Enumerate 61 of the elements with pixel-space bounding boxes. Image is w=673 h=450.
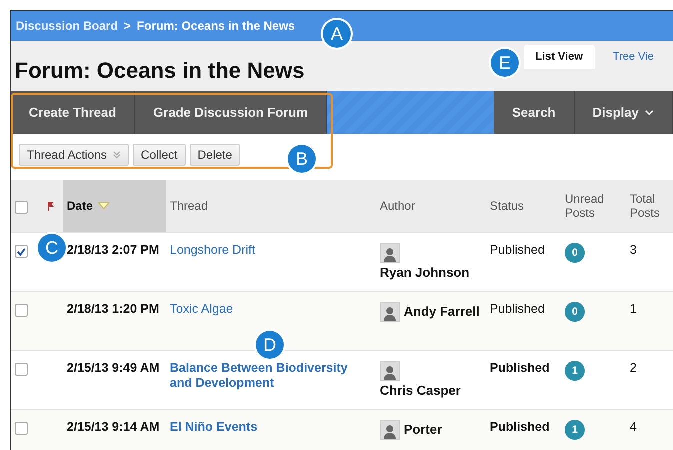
avatar-icon <box>380 243 400 263</box>
column-header[interactable]: Unread Posts <box>565 192 626 220</box>
unread-count-badge[interactable]: 0 <box>565 243 585 263</box>
date-cell: 2/15/13 9:49 AM <box>67 361 160 376</box>
avatar-icon <box>380 361 400 381</box>
thread-link[interactable]: Toxic Algae <box>170 302 234 317</box>
unread-count-badge[interactable]: 1 <box>565 420 585 440</box>
action-bar-button[interactable]: Grade Discussion Forum <box>135 91 328 134</box>
total-posts-cell: 3 <box>630 243 637 258</box>
select-all-checkbox[interactable] <box>15 200 28 214</box>
status-cell: Published <box>490 302 545 317</box>
date-cell: 2/18/13 2:07 PM <box>67 243 160 258</box>
author-name: Chris Casper <box>380 382 461 400</box>
action-bar-button[interactable]: Search <box>494 91 575 134</box>
flag-icon <box>47 201 55 211</box>
page-title: Forum: Oceans in the News <box>15 58 305 84</box>
action-bar-button[interactable]: Display <box>574 91 673 134</box>
row-checkbox[interactable] <box>15 422 28 435</box>
row-checkbox[interactable] <box>15 363 28 376</box>
date-cell: 2/15/13 9:14 AM <box>67 420 160 435</box>
total-posts-cell: 2 <box>630 361 637 376</box>
column-header[interactable]: Total Posts <box>630 192 673 220</box>
sort-triangle-icon <box>98 202 110 210</box>
status-cell: Published <box>490 243 545 258</box>
callout-marker: E <box>491 49 519 77</box>
total-posts-cell: 1 <box>630 302 637 317</box>
date-cell: 2/18/13 1:20 PM <box>67 302 160 317</box>
double-chevron-icon <box>113 150 122 158</box>
breadcrumb-current: Forum: Oceans in the News <box>137 19 296 33</box>
toolbar-button[interactable]: Collect <box>133 144 186 166</box>
view-tab[interactable]: List View <box>524 45 596 69</box>
unread-count-badge[interactable]: 0 <box>565 302 585 322</box>
avatar-icon <box>380 420 400 440</box>
callout-marker: C <box>38 234 66 262</box>
column-header[interactable]: Date <box>67 199 94 213</box>
breadcrumb-separator: > <box>124 19 132 33</box>
view-tab[interactable]: Tree Vie <box>601 45 666 69</box>
author-name: Porter <box>404 421 442 439</box>
checkmark-icon <box>17 248 26 256</box>
status-cell: Published <box>490 420 550 435</box>
total-posts-cell: 4 <box>630 420 637 435</box>
author-name: Andy Farrell <box>404 303 480 321</box>
row-checkbox[interactable] <box>15 304 28 317</box>
thread-link[interactable]: Balance Between Biodiversity and Development <box>170 361 372 391</box>
thread-actions-dropdown[interactable]: Thread Actions <box>19 144 130 166</box>
unread-count-badge[interactable]: 1 <box>565 361 585 381</box>
status-cell: Published <box>490 361 550 376</box>
thread-link[interactable]: El Niño Events <box>170 420 258 435</box>
column-header[interactable]: Status <box>490 199 524 213</box>
avatar-icon <box>380 302 400 322</box>
thread-link[interactable]: Longshore Drift <box>170 243 256 258</box>
column-header[interactable]: Author <box>380 199 416 213</box>
column-header[interactable]: Thread <box>170 199 208 213</box>
callout-marker: B <box>288 145 316 173</box>
row-checkbox[interactable] <box>15 245 28 258</box>
callout-marker: A <box>323 20 351 48</box>
chevron-down-icon <box>645 110 654 116</box>
action-bar-button[interactable]: Create Thread <box>11 91 136 134</box>
toolbar-button[interactable]: Delete <box>190 144 240 166</box>
callout-marker: D <box>256 331 284 359</box>
author-name: Ryan Johnson <box>380 264 470 282</box>
